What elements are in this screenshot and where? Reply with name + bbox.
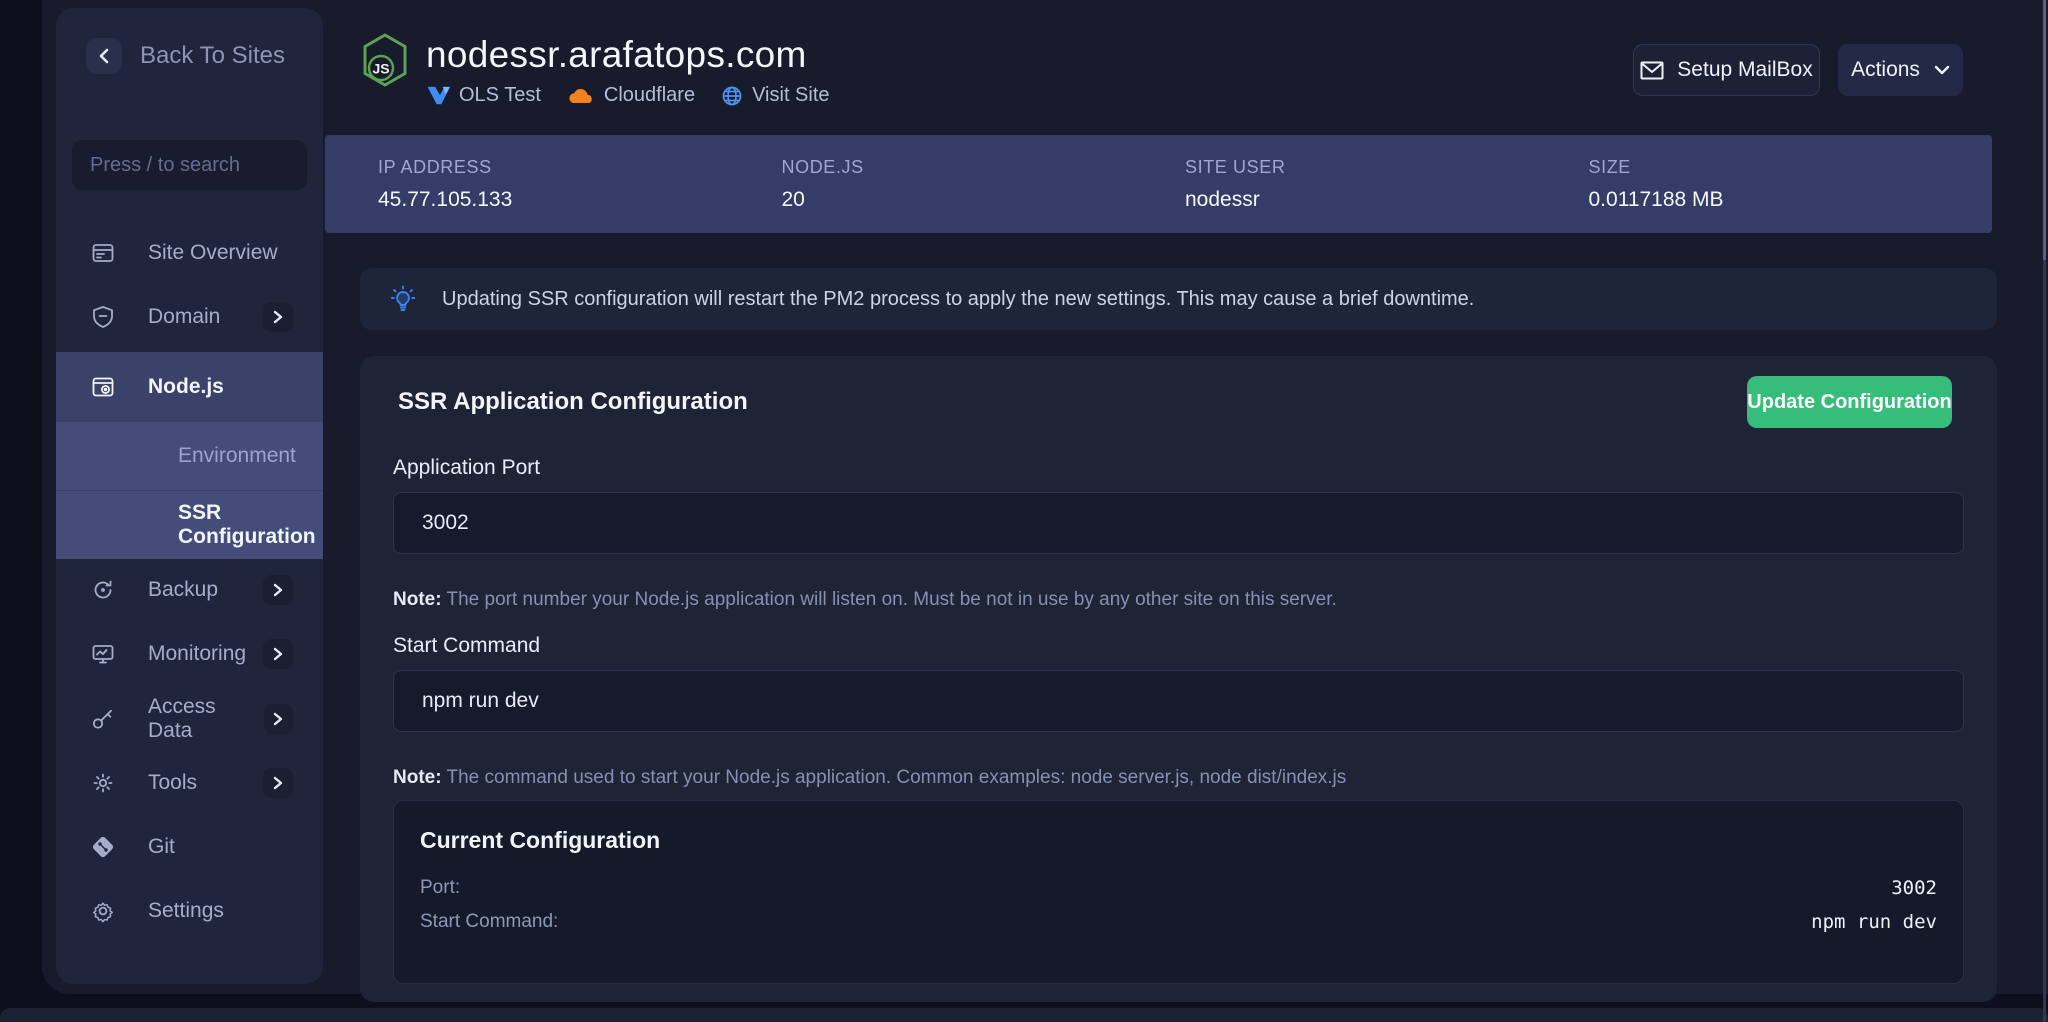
git-icon bbox=[90, 834, 116, 860]
lightbulb-icon bbox=[390, 285, 416, 313]
info-site-user: SITE USER nodessr bbox=[1185, 135, 1589, 233]
restore-icon bbox=[90, 577, 116, 603]
sidebar-item-label: Backup bbox=[148, 578, 218, 602]
setup-mailbox-button[interactable]: Setup MailBox bbox=[1633, 44, 1820, 96]
current-port-row: Port: 3002 bbox=[420, 877, 1937, 899]
server-badge-label: OLS Test bbox=[459, 84, 541, 107]
sidebar-item-site-overview[interactable]: Site Overview bbox=[56, 224, 323, 282]
ssr-configuration-card: SSR Application Configuration Update Con… bbox=[360, 356, 1997, 1002]
sidebar-item-label: Domain bbox=[148, 305, 220, 329]
info-value: 45.77.105.133 bbox=[378, 188, 782, 212]
sidebar-item-label: Environment bbox=[178, 444, 296, 468]
actions-label: Actions bbox=[1851, 58, 1920, 82]
info-label: NODE.JS bbox=[782, 157, 1186, 178]
back-icon[interactable] bbox=[86, 38, 122, 74]
sidebar-item-label: Settings bbox=[148, 899, 224, 923]
cloudflare-badge[interactable]: Cloudflare bbox=[567, 84, 695, 107]
current-port-label: Port: bbox=[420, 877, 460, 899]
svg-text:JS: JS bbox=[372, 61, 389, 77]
server-badge[interactable]: OLS Test bbox=[428, 84, 541, 107]
sidebar-item-ssr-configuration[interactable]: SSR Configuration bbox=[56, 490, 323, 559]
update-configuration-button[interactable]: Update Configuration bbox=[1747, 376, 1952, 428]
application-port-label: Application Port bbox=[393, 456, 540, 480]
info-label: SIZE bbox=[1589, 157, 1993, 178]
chevron-right-icon[interactable] bbox=[263, 302, 293, 332]
notice-text: Updating SSR configuration will restart … bbox=[442, 288, 1474, 311]
sidebar-item-label: Git bbox=[148, 835, 175, 859]
globe-icon bbox=[721, 85, 743, 107]
sidebar-item-monitoring[interactable]: Monitoring bbox=[56, 625, 323, 683]
nodejs-logo: JS bbox=[360, 32, 410, 88]
sidebar-item-label: Access Data bbox=[148, 695, 264, 743]
search-input[interactable] bbox=[90, 154, 323, 177]
current-start-command-label: Start Command: bbox=[420, 911, 558, 933]
info-value: 20 bbox=[782, 188, 1186, 212]
current-port-value: 3002 bbox=[1891, 877, 1937, 899]
bottom-edge-panel bbox=[0, 1008, 2048, 1022]
info-value: nodessr bbox=[1185, 188, 1589, 212]
key-icon bbox=[90, 706, 116, 732]
sidebar-item-label: Node.js bbox=[148, 375, 224, 399]
cloudflare-badge-label: Cloudflare bbox=[604, 84, 695, 107]
sidebar-item-git[interactable]: Git bbox=[56, 818, 323, 876]
sidebar-item-backup[interactable]: Backup bbox=[56, 561, 323, 619]
scrollbar-thumb[interactable] bbox=[2043, 0, 2046, 260]
start-command-note: Note: The command used to start your Nod… bbox=[393, 767, 1346, 789]
current-configuration-title: Current Configuration bbox=[420, 827, 660, 854]
site-overview-icon bbox=[90, 240, 116, 266]
vultr-icon bbox=[428, 86, 450, 106]
app-window: Back To Sites Site Overview Domain bbox=[0, 0, 2048, 1022]
start-command-input[interactable] bbox=[393, 670, 1964, 732]
ssr-restart-notice: Updating SSR configuration will restart … bbox=[360, 268, 1997, 330]
envelope-icon bbox=[1640, 61, 1664, 80]
current-start-command-value: npm run dev bbox=[1811, 911, 1937, 933]
chevron-right-icon[interactable] bbox=[263, 768, 293, 798]
chevron-right-icon[interactable] bbox=[264, 704, 293, 734]
info-value: 0.0117188 MB bbox=[1589, 188, 1993, 212]
sidebar-item-label: Site Overview bbox=[148, 241, 278, 265]
sidebar-item-tools[interactable]: Tools bbox=[56, 754, 323, 812]
page-title-domain: nodessr.arafatops.com bbox=[426, 34, 807, 76]
monitor-icon bbox=[90, 641, 116, 667]
back-to-sites-label[interactable]: Back To Sites bbox=[140, 42, 285, 70]
actions-button[interactable]: Actions bbox=[1838, 44, 1963, 96]
shield-icon bbox=[90, 304, 116, 330]
sidebar-search[interactable] bbox=[72, 140, 307, 190]
chevron-down-icon bbox=[1934, 65, 1950, 75]
nodejs-app-icon bbox=[90, 374, 116, 400]
start-command-label: Start Command bbox=[393, 634, 540, 658]
visit-site-label: Visit Site bbox=[752, 84, 829, 107]
sidebar-item-label: Monitoring bbox=[148, 642, 246, 666]
sidebar: Back To Sites Site Overview Domain bbox=[56, 8, 323, 984]
info-size: SIZE 0.0117188 MB bbox=[1589, 135, 1993, 233]
visit-site-link[interactable]: Visit Site bbox=[721, 84, 829, 107]
sidebar-item-access-data[interactable]: Access Data bbox=[56, 690, 323, 748]
card-title: SSR Application Configuration bbox=[398, 388, 748, 416]
sidebar-item-settings[interactable]: Settings bbox=[56, 882, 323, 940]
cloudflare-icon bbox=[567, 87, 595, 105]
application-port-note: Note: The port number your Node.js appli… bbox=[393, 589, 1337, 611]
info-label: IP ADDRESS bbox=[378, 157, 782, 178]
sidebar-item-label: Tools bbox=[148, 771, 197, 795]
current-start-command-row: Start Command: npm run dev bbox=[420, 911, 1937, 933]
domain-badges: OLS Test Cloudflare Visit Site bbox=[428, 84, 830, 107]
info-nodejs-version: NODE.JS 20 bbox=[782, 135, 1186, 233]
current-configuration-panel: Current Configuration Port: 3002 Start C… bbox=[393, 800, 1964, 984]
chevron-right-icon[interactable] bbox=[263, 575, 293, 605]
tools-icon bbox=[90, 770, 116, 796]
info-label: SITE USER bbox=[1185, 157, 1589, 178]
sidebar-item-nodejs[interactable]: Node.js bbox=[56, 352, 323, 421]
site-info-bar: IP ADDRESS 45.77.105.133 NODE.JS 20 SITE… bbox=[325, 135, 1992, 233]
application-port-input[interactable] bbox=[393, 492, 1964, 554]
sidebar-item-environment[interactable]: Environment bbox=[56, 421, 323, 490]
back-to-sites[interactable]: Back To Sites bbox=[86, 38, 285, 74]
sidebar-item-domain[interactable]: Domain bbox=[56, 288, 323, 346]
gear-icon bbox=[90, 898, 116, 924]
sidebar-item-label: SSR Configuration bbox=[178, 501, 316, 549]
setup-mailbox-label: Setup MailBox bbox=[1677, 58, 1812, 82]
chevron-right-icon[interactable] bbox=[263, 639, 293, 669]
info-ip-address: IP ADDRESS 45.77.105.133 bbox=[378, 135, 782, 233]
